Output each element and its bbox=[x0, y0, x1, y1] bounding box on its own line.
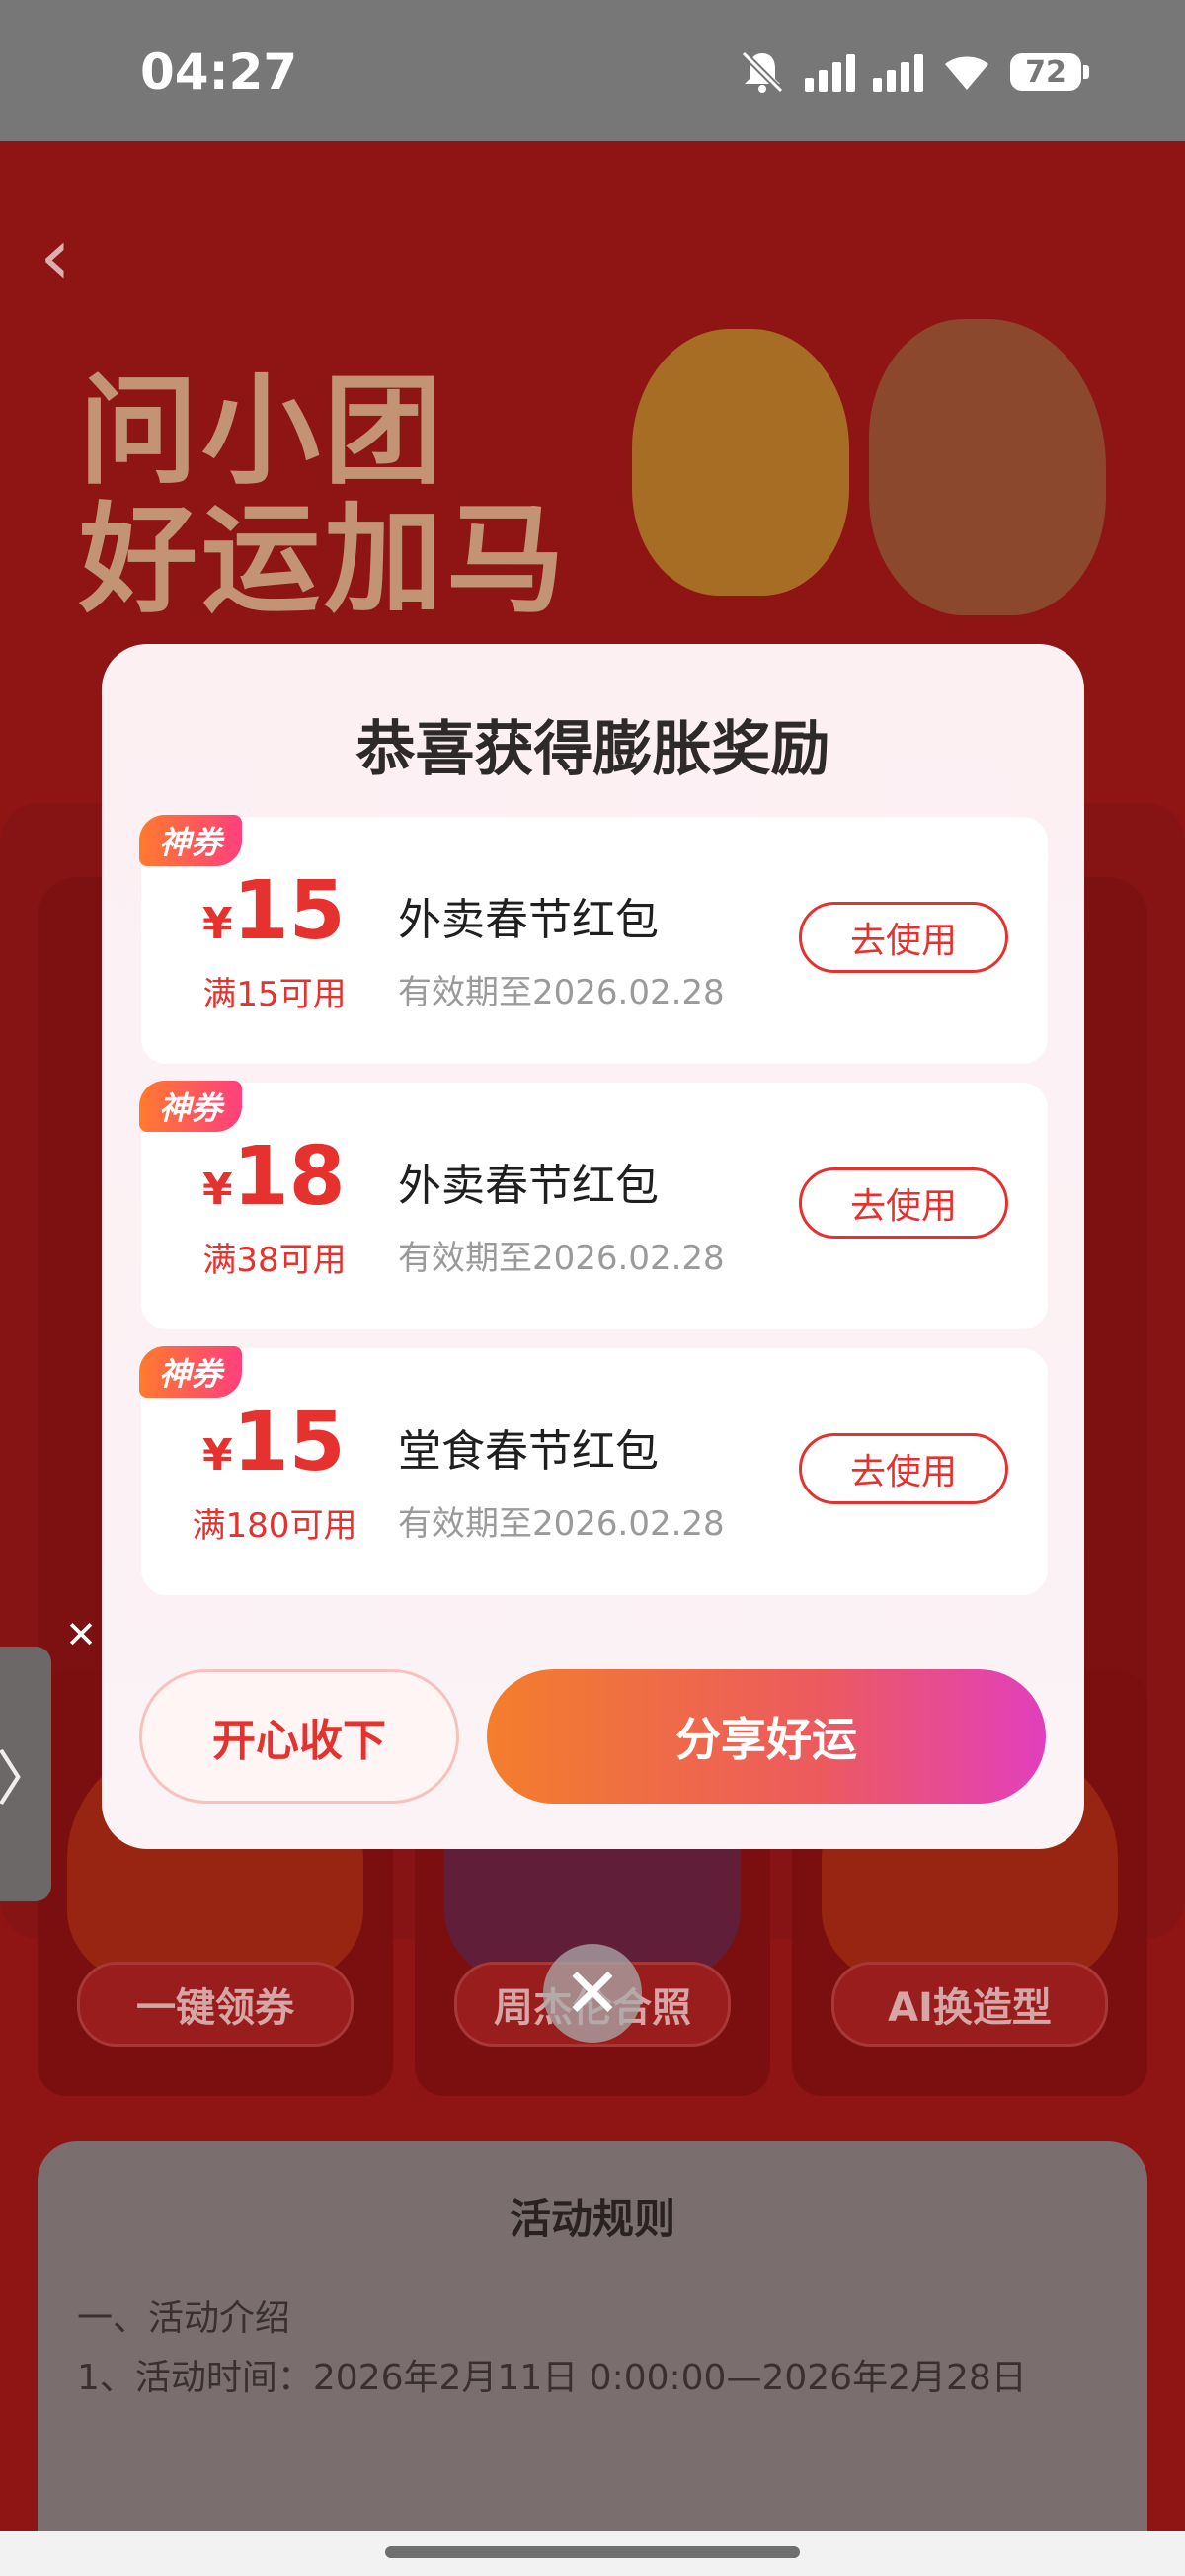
status-icons: 72 bbox=[738, 49, 1089, 95]
coupon-card: 神券 ¥15 满180可用 堂食春节红包 有效期至2026.02.28 去使用 bbox=[139, 1346, 1048, 1595]
coupon-amount: ¥18 bbox=[202, 1130, 346, 1224]
battery-icon: 72 bbox=[1010, 53, 1089, 91]
status-time: 04:27 bbox=[140, 43, 298, 101]
grid-button-ai[interactable]: AI换造型 bbox=[831, 1962, 1108, 2047]
coupon-badge: 神券 bbox=[139, 1346, 242, 1398]
share-luck-button[interactable]: 分享好运 bbox=[487, 1669, 1046, 1804]
coupon-validity: 有效期至2026.02.28 bbox=[398, 1239, 725, 1278]
rules-card: 活动规则 一、活动介绍 1、活动时间：2026年2月11日 0:00:00—20… bbox=[38, 2141, 1147, 2576]
chevron-right-icon: 〉 bbox=[0, 1744, 55, 1814]
mute-bell-icon bbox=[741, 50, 784, 94]
signal-icon bbox=[873, 52, 923, 92]
grid-button-coupon[interactable]: 一键领券 bbox=[77, 1962, 354, 2047]
coupon-validity: 有效期至2026.02.28 bbox=[398, 973, 725, 1012]
reward-dialog: 恭喜获得膨胀奖励 神券 ¥15 满15可用 外卖春节红包 有效期至2026.02… bbox=[102, 644, 1084, 1849]
battery-level: 72 bbox=[1025, 54, 1066, 90]
coupon-card: 神券 ¥15 满15可用 外卖春节红包 有效期至2026.02.28 去使用 bbox=[139, 815, 1048, 1064]
rules-intro: 一、活动介绍 bbox=[77, 2298, 291, 2339]
coupon-badge: 神券 bbox=[139, 1081, 242, 1132]
hero-title-line1: 问小团 bbox=[79, 363, 446, 501]
status-bar: 04:27 72 bbox=[0, 0, 1185, 141]
accept-button[interactable]: 开心收下 bbox=[139, 1669, 459, 1804]
coupon-condition: 满15可用 bbox=[202, 975, 347, 1014]
coupon-name: 堂食春节红包 bbox=[398, 1426, 659, 1477]
chevron-left-icon[interactable]: ‹ bbox=[40, 210, 71, 302]
horse-mascot-image bbox=[869, 319, 1106, 615]
rules-time: 1、活动时间：2026年2月11日 0:00:00—2026年2月28日 bbox=[77, 2358, 1027, 2398]
coupon-name: 外卖春节红包 bbox=[398, 1161, 659, 1211]
hero-title: 问小团 好运加马 bbox=[79, 368, 569, 625]
side-tab-close-button[interactable]: ✕ bbox=[61, 1615, 101, 1654]
coupon-amount: ¥15 bbox=[202, 1396, 346, 1489]
coupon-condition: 满180可用 bbox=[192, 1506, 357, 1546]
coupon-badge: 神券 bbox=[139, 815, 242, 866]
use-coupon-button[interactable]: 去使用 bbox=[799, 1433, 1008, 1504]
coupon-card: 神券 ¥18 满38可用 外卖春节红包 有效期至2026.02.28 去使用 bbox=[139, 1081, 1048, 1329]
side-float-tab[interactable]: 〉 bbox=[0, 1647, 55, 1901]
coupon-condition: 满38可用 bbox=[202, 1241, 347, 1280]
rules-title: 活动规则 bbox=[509, 2195, 675, 2243]
dialog-title: 恭喜获得膨胀奖励 bbox=[356, 715, 830, 784]
close-icon[interactable]: ✕ bbox=[543, 1944, 642, 2043]
use-coupon-button[interactable]: 去使用 bbox=[799, 902, 1008, 973]
home-indicator[interactable] bbox=[385, 2546, 800, 2558]
hero-title-line2: 好运加马 bbox=[79, 492, 569, 629]
rabbit-mascot-image bbox=[632, 329, 849, 596]
coupon-amount: ¥15 bbox=[202, 864, 346, 958]
signal-icon bbox=[805, 52, 855, 92]
use-coupon-button[interactable]: 去使用 bbox=[799, 1167, 1008, 1239]
wifi-icon bbox=[945, 56, 988, 90]
coupon-validity: 有效期至2026.02.28 bbox=[398, 1504, 725, 1544]
coupon-name: 外卖春节红包 bbox=[398, 895, 659, 945]
